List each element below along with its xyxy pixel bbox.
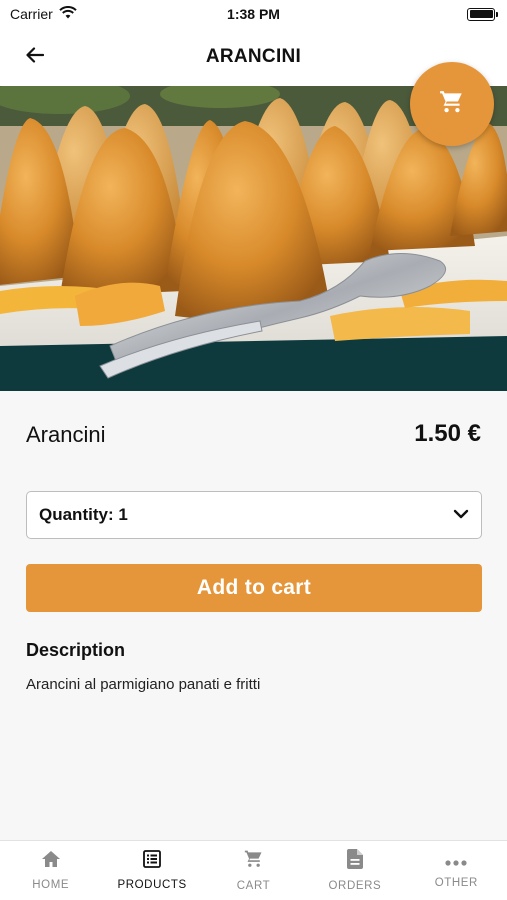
quantity-label: Quantity: 1 bbox=[39, 505, 128, 524]
status-bar: Carrier 1:38 PM bbox=[0, 0, 507, 28]
battery-icon bbox=[467, 7, 498, 21]
description-title: Description bbox=[26, 640, 126, 660]
description-text: Arancini al parmigiano panati e fritti bbox=[26, 676, 261, 693]
more-icon bbox=[445, 853, 467, 871]
home-icon bbox=[41, 850, 61, 873]
nav-item-cart[interactable]: CART bbox=[203, 841, 304, 900]
document-icon bbox=[346, 849, 363, 874]
product-price: 1.50 € bbox=[414, 420, 481, 447]
list-icon bbox=[143, 850, 162, 873]
nav-item-other[interactable]: OTHER bbox=[406, 841, 507, 900]
page-title: ARANCINI bbox=[205, 46, 302, 67]
product-name: Arancini bbox=[26, 422, 106, 447]
nav-item-home[interactable]: HOME bbox=[0, 841, 101, 900]
cart-icon bbox=[244, 849, 264, 874]
status-time: 1:38 PM bbox=[227, 6, 280, 22]
add-to-cart-button[interactable]: Add to cart bbox=[26, 564, 482, 612]
arrow-left-icon bbox=[26, 46, 45, 68]
cart-fab-button[interactable] bbox=[410, 62, 494, 146]
cart-icon bbox=[439, 89, 465, 120]
nav-label-home: HOME bbox=[32, 879, 70, 891]
nav-label-products: PRODUCTS bbox=[117, 879, 187, 891]
nav-item-products[interactable]: PRODUCTS bbox=[101, 841, 202, 900]
quantity-select[interactable]: Quantity: 1 bbox=[26, 491, 482, 539]
nav-item-orders[interactable]: ORDERS bbox=[304, 841, 405, 900]
nav-label-cart: CART bbox=[236, 880, 271, 892]
nav-label-other: OTHER bbox=[434, 876, 478, 889]
bottom-nav: HOME PRODUCTS CART ORDERS OTHER bbox=[0, 840, 507, 900]
back-button[interactable] bbox=[20, 42, 50, 72]
nav-label-orders: ORDERS bbox=[328, 880, 382, 892]
chevron-down-icon bbox=[453, 506, 469, 524]
